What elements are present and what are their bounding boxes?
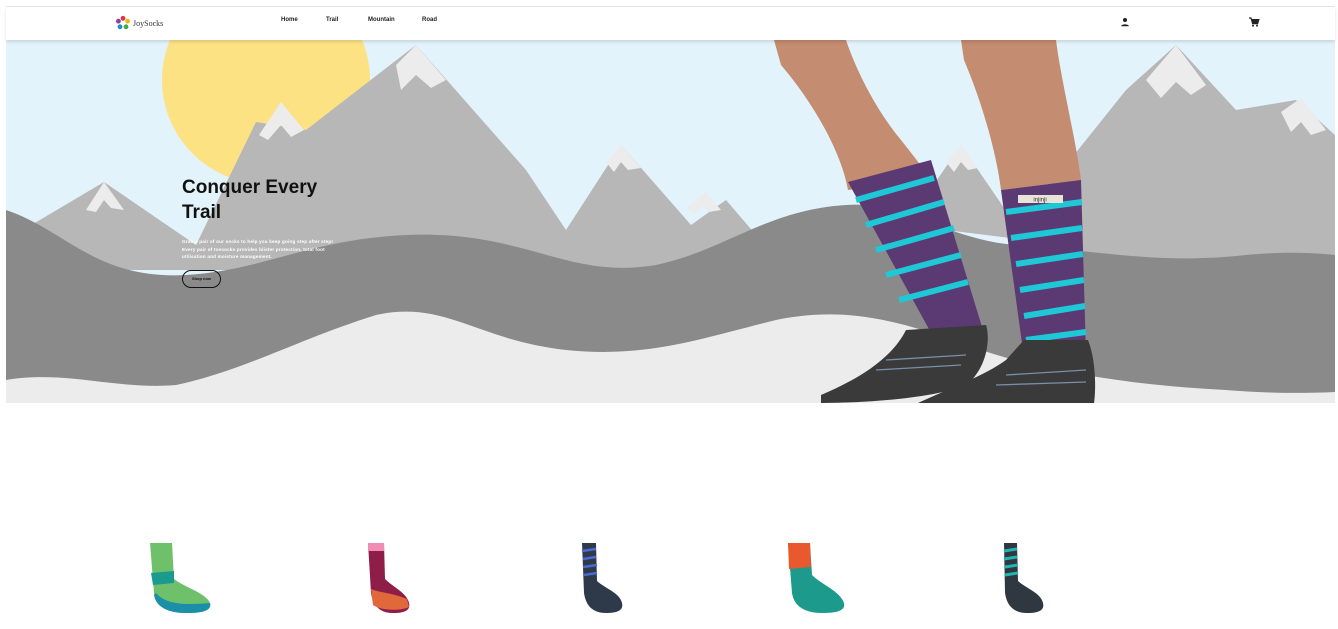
product-sock-1[interactable]: [136, 543, 216, 615]
account-icon[interactable]: [1119, 16, 1131, 28]
product-sock-5[interactable]: [991, 543, 1071, 615]
product-sock-2[interactable]: [351, 543, 431, 615]
hero-title: Conquer Every Trail: [182, 177, 318, 223]
shop-now-button[interactable]: Shop now: [182, 269, 221, 288]
navbar: JoySocks Home Trail Mountain Road: [6, 7, 1335, 40]
nav-mountain[interactable]: Mountain: [368, 17, 395, 23]
nav-trail[interactable]: Trail: [326, 17, 338, 23]
brand-name: JoySocks: [133, 18, 164, 28]
product-sock-4[interactable]: [776, 543, 856, 615]
logo-icon: [116, 15, 130, 30]
nav-home[interactable]: Home: [281, 17, 298, 23]
sock-brand-tag: injinji: [1033, 198, 1046, 204]
cart-icon[interactable]: [1248, 16, 1260, 28]
product-row: [6, 403, 1335, 629]
product-sock-3[interactable]: [566, 543, 646, 615]
hero-description: Grab a pair of our socks to help you kee…: [182, 239, 334, 259]
hero-text-block: Conquer Every Trail Grab a pair of our s…: [182, 175, 347, 288]
hero-banner: injinji Conquer Every Trail Grab a pair …: [6, 40, 1335, 403]
brand-logo[interactable]: JoySocks: [115, 14, 163, 32]
nav-road[interactable]: Road: [422, 17, 437, 23]
